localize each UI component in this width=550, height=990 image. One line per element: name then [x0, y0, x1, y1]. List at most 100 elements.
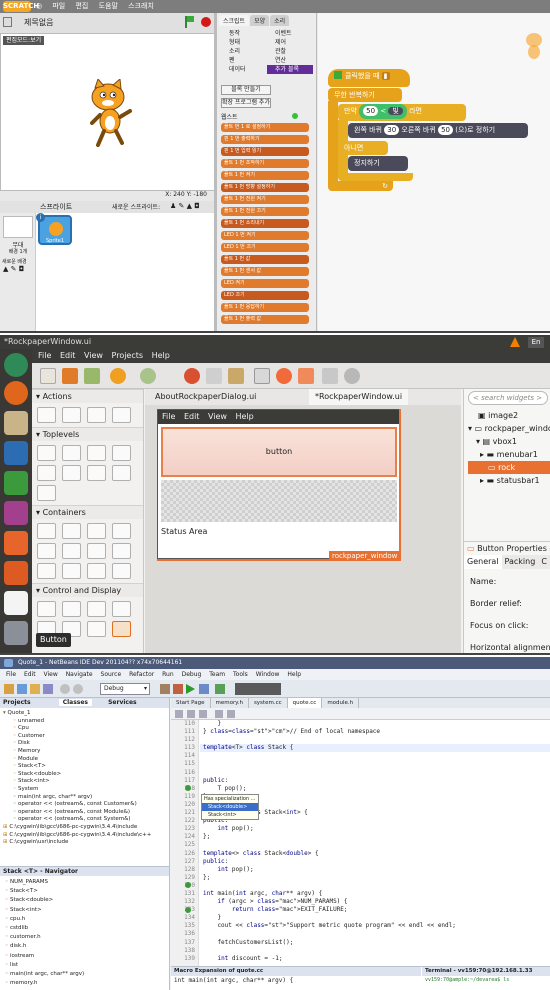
if-else-block[interactable]: 만약 50 < 빛 라면	[338, 104, 466, 121]
right-wheel-value[interactable]: 50	[438, 125, 453, 135]
tab-classes[interactable]: Classes	[58, 699, 92, 706]
tree-item[interactable]: ◦ Disk	[3, 740, 169, 748]
margin-icon[interactable]	[298, 368, 314, 384]
tab-projects[interactable]: Projects	[3, 699, 31, 706]
tree-item[interactable]: ⊞ C:\cygwin\lib\gcc\i686-pc-cygwin\3.4.4…	[3, 832, 169, 840]
palette-block[interactable]: 폴트 1 번 전원 끄기	[221, 207, 309, 216]
preview-window[interactable]: File Edit View Help button Status Area	[157, 409, 401, 559]
sprite1-thumbnail[interactable]: i Sprite1	[36, 213, 72, 245]
menu-help[interactable]: 도움말	[99, 0, 118, 13]
category-motion[interactable]: 동작	[221, 29, 266, 38]
widget-icon[interactable]	[112, 407, 131, 423]
widget-icon[interactable]	[62, 601, 81, 617]
palette-block[interactable]: 폴트 1 번 소리내기	[221, 219, 309, 228]
tree-item[interactable]: ◦ operator << (ostream&, const System&)	[3, 816, 169, 824]
menu-debug[interactable]: Debug	[182, 671, 202, 678]
preview-menubar[interactable]: File Edit View Help	[158, 410, 400, 424]
palette-block[interactable]: 폴트 1 번 값	[221, 255, 309, 264]
specialization-marker-icon[interactable]	[185, 882, 191, 888]
memory-indicator[interactable]	[235, 683, 281, 695]
tree-item-menubar[interactable]: ▸ ▬ menubar1	[468, 448, 550, 461]
debug-icon[interactable]	[199, 684, 209, 694]
new-project-icon[interactable]	[17, 684, 27, 694]
tab-memory-h[interactable]: memory.h	[211, 698, 249, 708]
tab-quote-cc[interactable]: quote.cc	[287, 698, 323, 708]
specialization-marker-icon[interactable]	[185, 785, 191, 791]
category-sound[interactable]: 소리	[221, 47, 266, 56]
palette-block[interactable]: 폴트 1 번 전원 켜기	[221, 195, 309, 204]
tree-item[interactable]: ◦ Module	[3, 756, 169, 764]
menu-source[interactable]: Source	[101, 671, 122, 678]
category-sensing[interactable]: 관찰	[267, 47, 313, 56]
widget-icon[interactable]	[62, 445, 81, 461]
navigator-item[interactable]: ◦ Stack<T>	[5, 887, 169, 896]
drag-resize-icon[interactable]	[276, 368, 292, 384]
widget-icon[interactable]	[37, 601, 56, 617]
files-icon[interactable]	[4, 411, 28, 435]
back-icon[interactable]	[187, 710, 195, 718]
navigator-item[interactable]: ◦ customer.h	[5, 933, 169, 942]
category-control[interactable]: 제어	[267, 38, 313, 47]
navigator-item[interactable]: ◦ list	[5, 961, 169, 970]
palette-block[interactable]: LED 끄기	[221, 291, 309, 300]
tree-item[interactable]: ◦ Stack<int>	[3, 778, 169, 786]
profile-icon[interactable]	[215, 684, 225, 694]
palette-block[interactable]: 폴트 1 번 조작하기	[221, 159, 309, 168]
menu-edit[interactable]: Edit	[60, 351, 76, 360]
configuration-select[interactable]: Debug ▾	[100, 683, 150, 695]
cut-icon[interactable]	[184, 368, 200, 384]
undo-icon[interactable]	[60, 684, 70, 694]
navigator-item[interactable]: ◦ memory.h	[5, 979, 169, 988]
stage[interactable]: 편집모드:보기	[0, 33, 215, 191]
new-sprite-icons[interactable]: ♟ ✎ ▲ ◘	[170, 202, 200, 210]
preview-menu-view[interactable]: View	[208, 412, 227, 421]
project-title[interactable]: 제목없음	[24, 17, 53, 28]
menu-file[interactable]: 파일	[52, 0, 65, 13]
run-icon[interactable]	[186, 684, 195, 694]
group-containers[interactable]: ▾ Containers	[32, 505, 143, 519]
paste-icon[interactable]	[228, 368, 244, 384]
group-actions[interactable]: ▾ Actions	[32, 389, 143, 403]
preview-menu-edit[interactable]: Edit	[184, 412, 200, 421]
widget-icon[interactable]	[87, 601, 106, 617]
widget-icon[interactable]	[37, 465, 56, 481]
find-icon[interactable]	[215, 710, 223, 718]
redo-icon[interactable]	[73, 684, 83, 694]
palette-block[interactable]: 폴트 1 번 방향 설정하기	[221, 183, 309, 192]
software-center-icon[interactable]	[4, 531, 28, 555]
cat-sprite[interactable]	[86, 79, 136, 149]
navigator-item[interactable]: ◦ main(int argc, char** argv)	[5, 970, 169, 979]
palette-block[interactable]: 폴트 1 번 응답하기	[221, 303, 309, 312]
history-icon[interactable]	[175, 710, 183, 718]
forward-icon[interactable]	[199, 710, 207, 718]
menu-run[interactable]: Run	[162, 671, 174, 678]
navigator-item[interactable]: ◦ cstdlib	[5, 924, 169, 933]
save-all-icon[interactable]	[43, 684, 53, 694]
forever-block[interactable]: 무한 반복하기	[328, 88, 402, 102]
align-icon[interactable]	[322, 368, 338, 384]
tree-item-statusbar[interactable]: ▸ ▬ statusbar1	[468, 474, 550, 487]
category-data[interactable]: 데이터	[221, 65, 266, 74]
pointer-icon[interactable]	[254, 368, 270, 384]
category-more-blocks[interactable]: 추가 블록	[267, 65, 313, 74]
amazon-icon[interactable]	[4, 591, 28, 615]
menu-file[interactable]: File	[6, 671, 16, 678]
tab-about-dialog[interactable]: AboutRockpaperDialog.ui	[149, 389, 262, 405]
fullscreen-icon[interactable]	[3, 17, 12, 27]
widget-icon[interactable]	[87, 621, 106, 637]
tree-item[interactable]: ◦ unnamed	[3, 718, 169, 726]
tree-item[interactable]: ◦ operator << (ostream&, const Module&)	[3, 809, 169, 817]
popup-item-int[interactable]: Stack<int>	[202, 811, 258, 819]
palette-block[interactable]: LED 1 번 끄기	[221, 243, 309, 252]
widget-icon[interactable]	[37, 485, 56, 501]
tab-common[interactable]: C	[538, 557, 550, 566]
scratch-logo[interactable]: SCRATCH	[3, 1, 39, 12]
palette-block[interactable]: LED 켜기	[221, 279, 309, 288]
menu-scratch[interactable]: 스크래치	[128, 0, 154, 13]
tree-item[interactable]: ◦ Customer	[3, 733, 169, 741]
firefox-icon[interactable]	[4, 381, 28, 405]
preview-menu-help[interactable]: Help	[236, 412, 254, 421]
tree-item[interactable]: ◦ Stack<T>	[3, 763, 169, 771]
green-flag-icon[interactable]	[185, 16, 194, 28]
tab-system-cc[interactable]: system.cc	[249, 698, 288, 708]
